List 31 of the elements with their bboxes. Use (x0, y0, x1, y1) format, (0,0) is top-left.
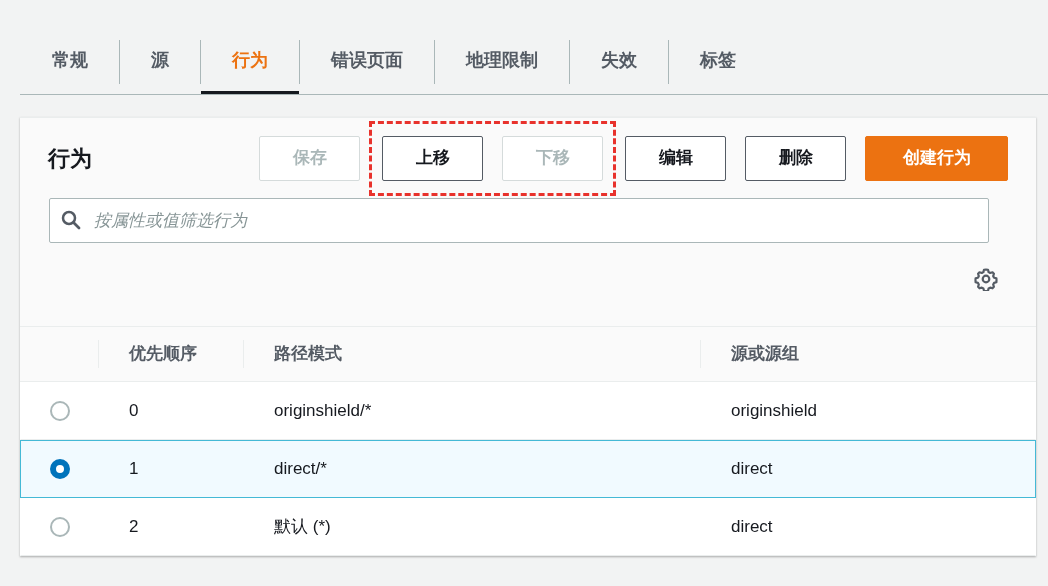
table-cell: direct (731, 459, 773, 479)
table-cell: direct/* (274, 459, 327, 479)
tab[interactable]: 失效 (570, 30, 668, 94)
search-field[interactable]: 按属性或值筛选行为 (49, 198, 989, 243)
tab[interactable]: 源 (120, 30, 200, 94)
button[interactable]: 删除 (745, 135, 846, 181)
table-row[interactable]: 2 默认 (*) direct (20, 498, 1036, 556)
tab[interactable]: 地理限制 (435, 30, 569, 94)
tab[interactable]: 常规 (21, 30, 119, 94)
table-row[interactable]: 0 originshield/* originshield (20, 382, 1036, 440)
table-cell: 1 (129, 459, 139, 479)
column-header: 源或源组 (731, 343, 799, 366)
radio-button[interactable] (50, 517, 70, 537)
tab[interactable]: 错误页面 (300, 30, 434, 94)
tab[interactable]: 标签 (669, 30, 767, 94)
column-header: 路径模式 (274, 343, 342, 366)
table-cell: originshield (731, 401, 817, 421)
table-row[interactable]: 1 direct/* direct (20, 440, 1036, 498)
radio-button[interactable] (50, 401, 70, 421)
settings-icon[interactable] (974, 267, 998, 291)
column-header: 优先顺序 (129, 343, 197, 366)
table-cell: 2 (129, 517, 139, 537)
panel-title: 行为 (48, 144, 92, 173)
radio-button[interactable] (50, 459, 70, 479)
button[interactable]: 上移 (382, 135, 483, 181)
button[interactable]: 编辑 (625, 135, 726, 181)
table-cell: 默认 (*) (274, 517, 331, 537)
table-cell: originshield/* (274, 401, 372, 421)
search-icon (61, 210, 81, 230)
table-cell: direct (731, 517, 773, 537)
table-cell: 0 (129, 401, 139, 421)
